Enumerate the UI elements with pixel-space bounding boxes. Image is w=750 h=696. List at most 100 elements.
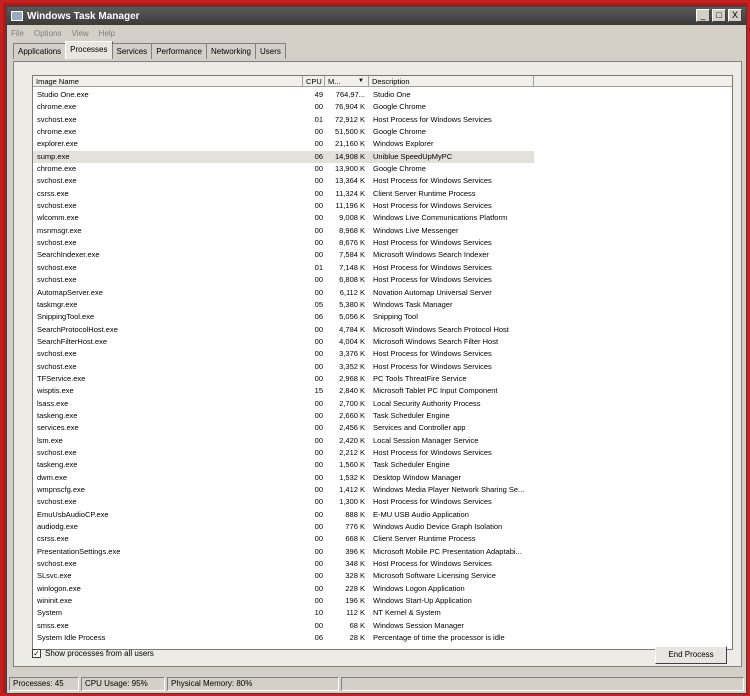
cell-description: Windows Media Player Network Sharing Se.… (373, 485, 525, 494)
cell-description: Microsoft Windows Search Indexer (373, 250, 489, 260)
tab-networking[interactable]: Networking (205, 43, 256, 59)
column-memory[interactable]: M... ▼ (325, 76, 369, 87)
cell-image-name: chrome.exe (37, 164, 77, 174)
table-row[interactable]: SnippingTool.exe 06 5,056 K Snipping Tool (33, 311, 732, 323)
end-process-button[interactable]: End Process (655, 646, 727, 664)
table-row[interactable]: SearchProtocolHost.exe 00 4,784 K Microsoft… (33, 324, 732, 336)
cell-cpu: 06 (314, 312, 323, 322)
table-row[interactable]: msnmsgr.exe 00 8,968 K Windows Live Messeng… (33, 225, 732, 237)
tab-performance[interactable]: Performance (151, 43, 207, 59)
cell-image-name: wisptis.exe (37, 386, 74, 396)
cell-description: Microsoft Tablet PC Input Component (373, 386, 498, 396)
table-row[interactable]: PresentationSettings.exe 00 396 K Microsoft… (33, 546, 732, 558)
cell-memory: 2,840 K (339, 386, 365, 396)
cell-cpu: 00 (314, 423, 323, 433)
table-row[interactable]: csrss.exe 00 668 K Client Server Runtime Pr… (33, 533, 732, 545)
table-row[interactable]: svchost.exe 01 7,148 K Host Process for Win… (33, 262, 732, 274)
table-row[interactable]: services.exe 00 2,456 K Services and Contro… (33, 422, 732, 434)
cell-memory: 68 K (349, 620, 365, 630)
cell-cpu: 15 (314, 386, 323, 396)
show-all-users[interactable]: ✓ Show processes from all users (32, 649, 154, 658)
table-row[interactable]: EmuUsbAudioCP.exe 00 888 K E-MU USB Audio A… (33, 509, 732, 521)
cell-description: Local Session Manager Service (373, 435, 479, 445)
table-row[interactable]: svchost.exe 00 8,676 K Host Process for Win… (33, 237, 732, 249)
menu-options[interactable]: Options (34, 29, 62, 38)
table-row[interactable]: svchost.exe 00 1,300 K Host Process for Win… (33, 496, 732, 508)
table-row[interactable]: System Idle Process 06 28 K Percentage of t… (33, 632, 732, 644)
menu-view[interactable]: View (71, 29, 88, 38)
table-row[interactable]: svchost.exe 00 6,808 K Host Process for Win… (33, 274, 732, 286)
column-image-name[interactable]: Image Name (33, 76, 303, 87)
minimize-button[interactable]: _ (696, 9, 710, 22)
tab-applications[interactable]: Applications (13, 43, 67, 59)
show-all-checkbox[interactable]: ✓ (32, 649, 41, 658)
table-row[interactable]: taskeng.exe 00 1,560 K Task Scheduler Engin… (33, 459, 732, 471)
table-row[interactable]: taskmgr.exe 05 5,380 K Windows Task Manager (33, 299, 732, 311)
table-row[interactable]: audiodg.exe 00 776 K Windows Audio Device G… (33, 521, 732, 533)
table-row[interactable]: SearchIndexer.exe 00 7,584 K Microsoft Wind… (33, 249, 732, 261)
table-row[interactable]: TFService.exe 00 2,968 K PC Tools ThreatFir… (33, 373, 732, 385)
cell-cpu: 00 (314, 410, 323, 420)
cell-description: Microsoft Software Licensing Service (373, 571, 496, 581)
table-row[interactable]: chrome.exe 00 13,900 K Google Chrome (33, 163, 732, 175)
table-row[interactable]: svchost.exe 00 348 K Host Process for Windo… (33, 558, 732, 570)
tab-processes[interactable]: Processes (65, 41, 113, 59)
cell-description: Windows Audio Device Graph Isolation (373, 522, 503, 532)
cell-memory: 4,004 K (339, 336, 365, 346)
cell-cpu: 00 (314, 472, 323, 482)
table-row[interactable]: wininit.exe 00 196 K Windows Start-Up Appli… (33, 595, 732, 607)
cell-description: Windows Explorer (373, 139, 434, 149)
table-row[interactable]: lsm.exe 00 2,420 K Local Session Manager Se… (33, 435, 732, 447)
cell-memory: 668 K (345, 534, 365, 544)
table-row[interactable]: wisptis.exe 15 2,840 K Microsoft Tablet PC … (33, 385, 732, 397)
cell-description: Host Process for Windows Services (373, 176, 492, 186)
menu-file[interactable]: File (11, 29, 24, 38)
close-button[interactable]: X (728, 9, 742, 22)
column-description[interactable]: Description (369, 76, 534, 87)
cell-image-name: services.exe (37, 423, 79, 433)
title-bar[interactable]: Windows Task Manager _ □ X (7, 7, 746, 25)
table-row[interactable]: SLsvc.exe 00 328 K Microsoft Software Licen… (33, 570, 732, 582)
column-memory-label: M... (328, 77, 341, 86)
tab-services[interactable]: Services (111, 43, 153, 59)
table-row[interactable]: chrome.exe 00 76,904 K Google Chrome (33, 101, 732, 113)
table-row[interactable]: wlcomm.exe 00 9,008 K Windows Live Communic… (33, 212, 732, 224)
cell-memory: 764,97... (335, 90, 365, 99)
cell-memory: 3,352 K (339, 361, 365, 371)
table-row[interactable]: svchost.exe 00 11,196 K Host Process for Wi… (33, 200, 732, 212)
table-row[interactable]: lsass.exe 00 2,700 K Local Security Authori… (33, 398, 732, 410)
table-row[interactable]: Studio One.exe 49 764,97... Studio One (33, 89, 732, 101)
table-row[interactable]: taskeng.exe 00 2,660 K Task Scheduler Engin… (33, 410, 732, 422)
table-row[interactable]: smss.exe 00 68 K Windows Session Manager (33, 620, 732, 632)
table-row[interactable]: svchost.exe 00 3,352 K Host Process for Win… (33, 361, 732, 373)
process-list[interactable]: Image Name CPU M... ▼ Description Studio… (32, 75, 733, 650)
cell-image-name: svchost.exe (37, 275, 77, 285)
table-row[interactable]: SearchFilterHost.exe 00 4,004 K Microsoft W… (33, 336, 732, 348)
column-cpu[interactable]: CPU (303, 76, 325, 87)
table-row[interactable]: svchost.exe 01 72,912 K Host Process for Wi… (33, 114, 732, 126)
cell-cpu: 00 (314, 460, 323, 470)
cell-description: Host Process for Windows Services (373, 559, 492, 569)
table-row[interactable]: svchost.exe 00 3,376 K Host Process for Win… (33, 348, 732, 360)
status-spacer (341, 677, 744, 691)
table-row[interactable]: svchost.exe 00 2,212 K Host Process for Win… (33, 447, 732, 459)
table-row[interactable]: chrome.exe 00 51,500 K Google Chrome (33, 126, 732, 138)
menu-help[interactable]: Help (99, 29, 115, 38)
maximize-button[interactable]: □ (712, 9, 726, 22)
table-row[interactable]: svchost.exe 00 13,364 K Host Process for Wi… (33, 175, 732, 187)
cell-description: Host Process for Windows Services (373, 201, 492, 211)
table-row[interactable]: winlogon.exe 00 228 K Windows Logon Applica… (33, 583, 732, 595)
table-row[interactable]: csrss.exe 00 11,324 K Client Server Runtime… (33, 188, 732, 200)
cell-memory: 11,196 K (335, 201, 365, 211)
cell-image-name: chrome.exe (37, 102, 77, 112)
table-row[interactable]: explorer.exe 00 21,160 K Windows Explorer (33, 138, 732, 150)
table-row[interactable]: dwm.exe 00 1,532 K Desktop Window Manager (33, 472, 732, 484)
table-row[interactable]: sump.exe 06 14,908 K Uniblue SpeedUpMyPC (33, 150, 732, 164)
tab-users[interactable]: Users (255, 43, 286, 59)
cell-image-name: svchost.exe (37, 349, 77, 359)
table-row[interactable]: System 10 112 K NT Kernel & System (33, 607, 732, 619)
cell-cpu: 00 (314, 238, 323, 248)
table-row[interactable]: wmpnscfg.exe 00 1,412 K Windows Media Playe… (33, 484, 732, 496)
cell-image-name: dwm.exe (37, 472, 68, 482)
table-row[interactable]: AutomapServer.exe 00 6,112 K Novation Autom… (33, 287, 732, 299)
